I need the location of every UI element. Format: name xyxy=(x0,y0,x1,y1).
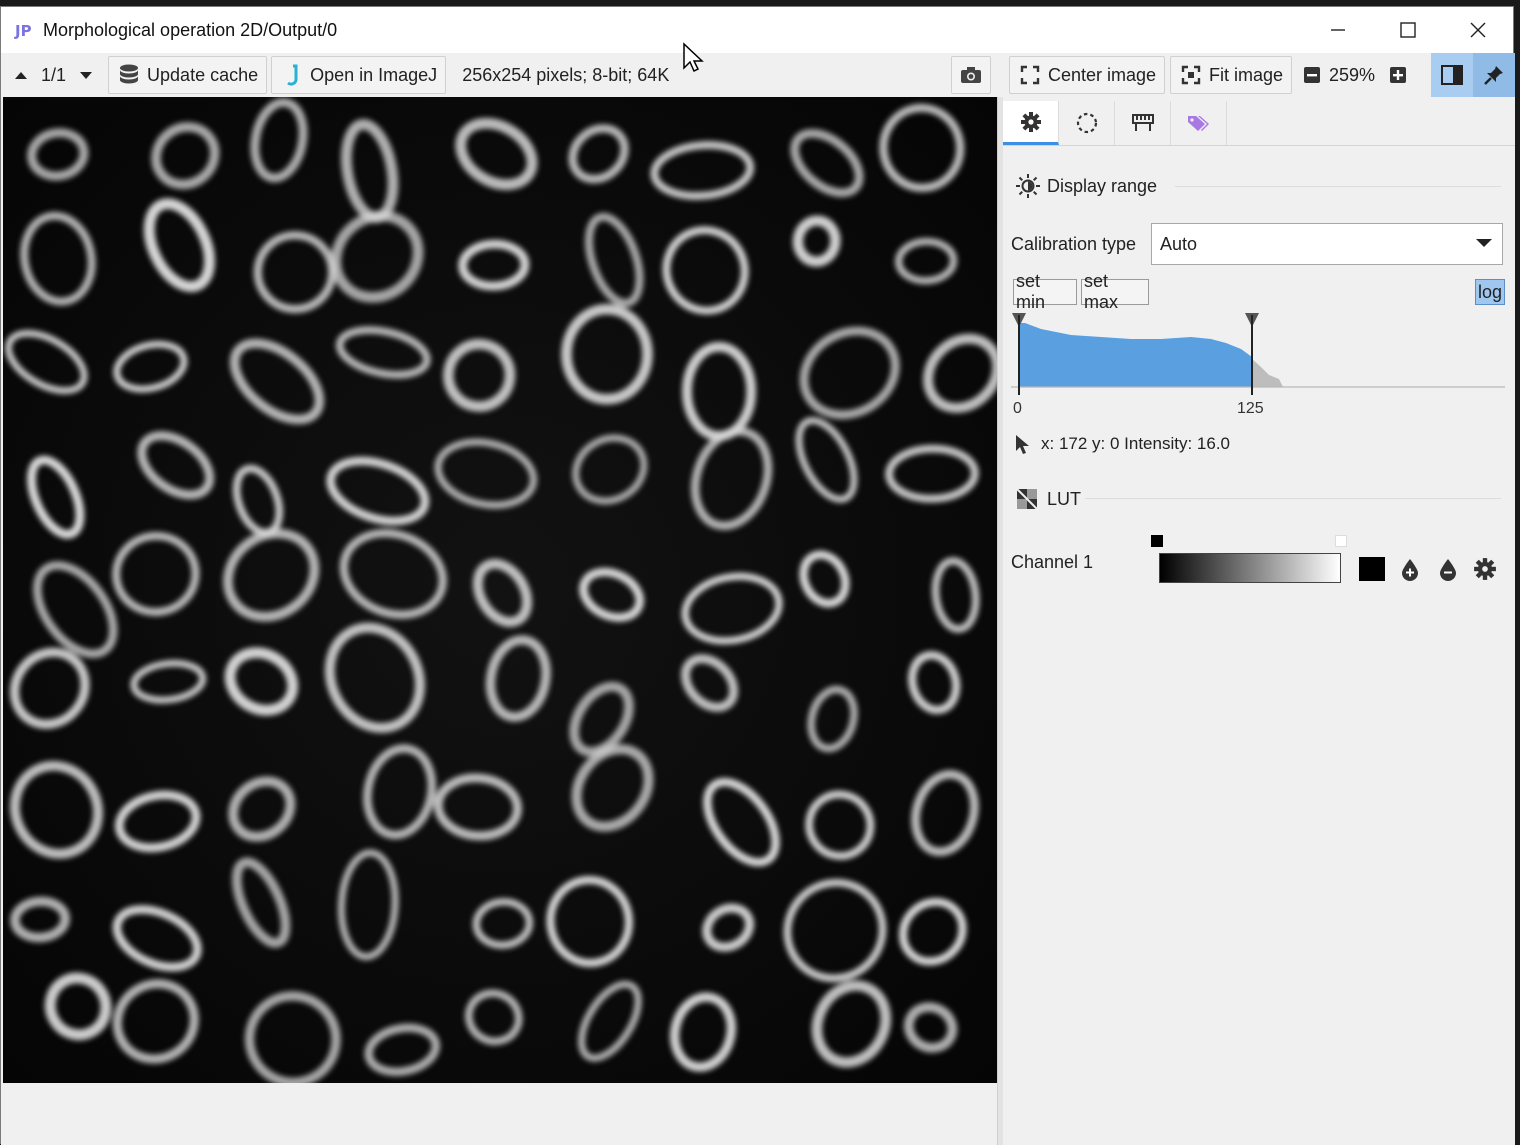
side-panel-tabs xyxy=(1003,101,1227,145)
zoom-level: 259% xyxy=(1329,64,1376,85)
lut-min-handle[interactable] xyxy=(1151,535,1163,547)
viewer-toolbar: 1/1 Update cache Open in ImageJ 256x254 … xyxy=(1,53,1515,97)
open-in-imagej-label: Open in ImageJ xyxy=(310,64,438,85)
pin-icon xyxy=(1484,66,1503,85)
svg-text:JP: JP xyxy=(14,22,32,40)
imagej-icon xyxy=(280,63,304,87)
fit-screen-icon xyxy=(1179,63,1203,87)
gear-icon xyxy=(1474,558,1496,580)
maximize-icon xyxy=(1400,22,1416,38)
image-viewport[interactable] xyxy=(3,97,997,1083)
gear-icon xyxy=(1020,111,1041,132)
dashed-circle-icon xyxy=(1076,112,1097,134)
status-area xyxy=(1,1083,997,1145)
drop-add-icon xyxy=(1402,559,1418,581)
close-button[interactable] xyxy=(1443,7,1513,53)
tab-roi[interactable] xyxy=(1059,101,1115,145)
microscopy-image xyxy=(3,97,997,1083)
lut-color-swatch[interactable] xyxy=(1359,557,1385,581)
update-cache-button[interactable]: Update cache xyxy=(108,56,268,94)
toggle-side-panel-button[interactable] xyxy=(1431,53,1473,97)
zoom-in-button[interactable] xyxy=(1383,56,1413,94)
caret-down-icon xyxy=(80,72,93,79)
window-title: Morphological operation 2D/Output/0 xyxy=(43,19,338,40)
chevron-down-icon xyxy=(1476,239,1492,247)
ruler-icon xyxy=(1131,114,1154,131)
side-panel-icon xyxy=(1441,65,1463,85)
minimize-button[interactable] xyxy=(1303,7,1373,53)
snapshot-button[interactable] xyxy=(951,56,991,94)
app-window: JP Morphological operation 2D/Output/0 1… xyxy=(0,6,1515,1145)
lut-settings-button[interactable] xyxy=(1473,557,1497,586)
title-bar: JP Morphological operation 2D/Output/0 xyxy=(1,7,1513,53)
brightness-icon xyxy=(1016,174,1040,198)
cursor-icon xyxy=(1016,435,1029,454)
side-panel: Display range Calibration type Auto set … xyxy=(1003,97,1515,1145)
lut-header: LUT xyxy=(1015,487,1081,511)
maximize-button[interactable] xyxy=(1373,7,1443,53)
add-color-button[interactable] xyxy=(1399,557,1421,586)
page-counter: 1/1 xyxy=(41,64,67,85)
app-logo-icon: JP xyxy=(13,17,39,43)
tags-icon xyxy=(1187,116,1209,131)
plus-box-icon xyxy=(1390,67,1406,83)
lut-gradient[interactable] xyxy=(1159,553,1341,583)
image-info: 256x254 pixels; 8-bit; 64K xyxy=(462,64,670,85)
display-range-title: Display range xyxy=(1047,175,1158,196)
caret-up-icon xyxy=(15,72,27,79)
center-image-button[interactable]: Center image xyxy=(1009,56,1166,94)
database-icon xyxy=(117,63,141,87)
previous-page-button[interactable] xyxy=(7,56,35,94)
next-page-button[interactable] xyxy=(72,56,100,94)
set-max-button[interactable]: set max xyxy=(1081,271,1149,312)
close-icon xyxy=(1470,22,1486,38)
display-range-header: Display range xyxy=(1015,173,1157,199)
remove-color-button[interactable] xyxy=(1437,557,1459,586)
cursor-info-text: x: 172 y: 0 Intensity: 16.0 xyxy=(1041,434,1231,453)
center-image-label: Center image xyxy=(1048,64,1157,85)
minus-box-icon xyxy=(1304,67,1320,83)
pin-button[interactable] xyxy=(1473,53,1515,97)
mouse-cursor-icon xyxy=(683,42,704,73)
minimize-icon xyxy=(1331,29,1345,31)
calibration-type-value: Auto xyxy=(1160,233,1198,254)
set-min-button[interactable]: set min xyxy=(1013,271,1077,312)
calibration-type-label: Calibration type xyxy=(1011,234,1137,254)
histogram-max-tick: 125 xyxy=(1237,400,1264,417)
log-scale-toggle[interactable]: log xyxy=(1475,279,1505,305)
tab-settings[interactable] xyxy=(1003,101,1059,145)
open-in-imagej-button[interactable]: Open in ImageJ xyxy=(271,56,447,94)
fit-image-label: Fit image xyxy=(1209,64,1284,85)
calibration-type-select[interactable]: Auto xyxy=(1151,223,1503,265)
center-focus-icon xyxy=(1018,63,1042,87)
tab-tags[interactable] xyxy=(1171,101,1227,145)
drop-remove-icon xyxy=(1440,559,1456,581)
lut-icon xyxy=(1016,488,1038,510)
camera-icon xyxy=(961,67,981,83)
histogram-min-tick: 0 xyxy=(1013,400,1022,417)
histogram[interactable]: 0 125 xyxy=(1011,309,1507,421)
tab-measurement[interactable] xyxy=(1115,101,1171,145)
lut-max-handle[interactable] xyxy=(1335,535,1347,547)
channel-label: Channel 1 xyxy=(1011,552,1094,572)
lut-title: LUT xyxy=(1047,488,1082,509)
update-cache-label: Update cache xyxy=(147,64,259,85)
fit-image-button[interactable]: Fit image xyxy=(1170,56,1293,94)
cursor-info: x: 172 y: 0 Intensity: 16.0 xyxy=(1013,433,1230,455)
